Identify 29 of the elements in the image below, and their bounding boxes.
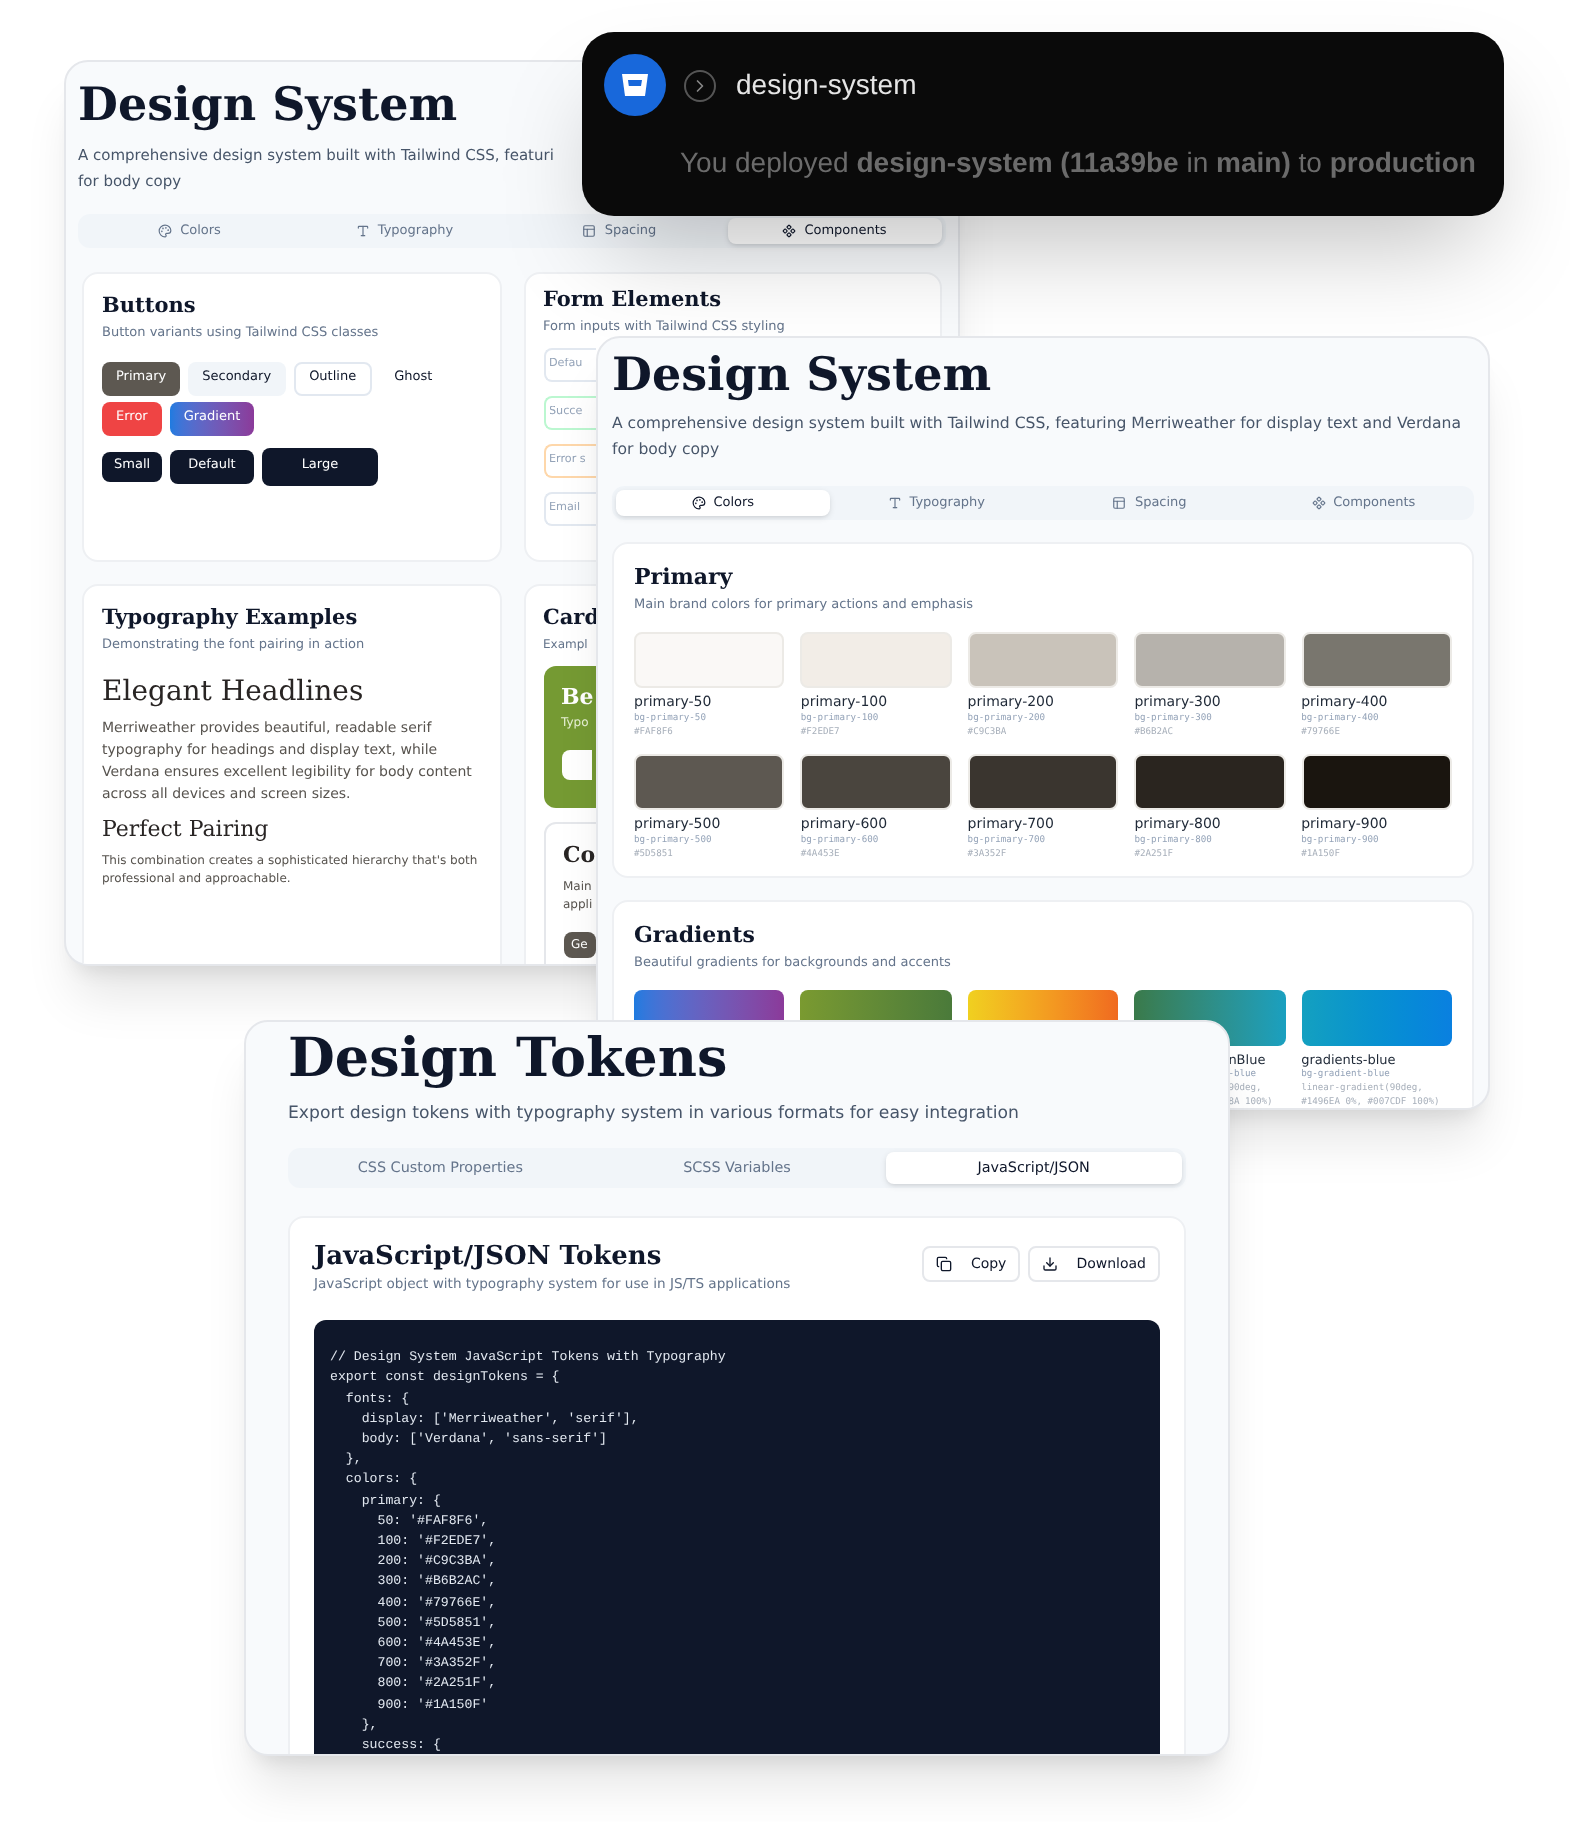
bucket-icon	[604, 54, 666, 116]
repo-name: design-system	[736, 66, 917, 104]
page-title: Design System	[78, 76, 458, 136]
headline: Elegant Headlines	[102, 673, 366, 711]
deploy-message: You deployed design-system (11a39be in main) to production	[680, 144, 1478, 182]
page-title: Design System	[612, 346, 994, 406]
layout-icon	[1112, 496, 1127, 510]
card-title: JavaScript/JSON Tokens	[314, 1242, 664, 1274]
diamond-icon	[1311, 496, 1326, 510]
diamond-icon	[782, 224, 797, 238]
layout-icon	[582, 224, 597, 238]
card-heading: Be	[561, 681, 594, 714]
copy-icon	[936, 1256, 953, 1272]
card-title: Primary	[634, 562, 735, 594]
card-button[interactable]	[561, 750, 591, 781]
subheading: Perfect Pairing	[102, 813, 271, 845]
card-title: Buttons	[102, 292, 198, 322]
card-title: Form Elements	[543, 286, 722, 316]
page-description: Export design tokens with typography system in various formats for easy integration	[288, 1102, 1021, 1126]
download-icon	[1042, 1256, 1059, 1272]
type-icon	[355, 224, 370, 238]
card-heading: Co	[563, 839, 596, 872]
card-title: Gradients	[634, 920, 757, 952]
type-icon	[887, 496, 902, 510]
page-title: Design Tokens	[288, 1026, 730, 1094]
palette-icon	[158, 224, 173, 238]
card-title: Typography Examples	[102, 604, 360, 634]
expand-icon[interactable]	[684, 69, 716, 101]
palette-icon	[691, 496, 706, 510]
